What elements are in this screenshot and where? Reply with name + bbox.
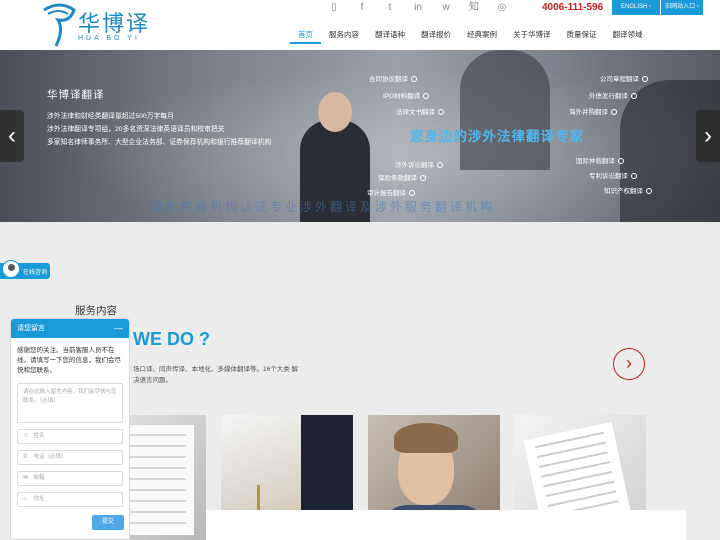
linkedin-icon[interactable]: in <box>404 0 432 16</box>
old-site-button[interactable]: 旧网站入口 › <box>661 0 703 15</box>
user-icon: ☺ <box>23 433 30 439</box>
nav-item-languages[interactable]: 翻译语种 <box>367 28 413 44</box>
site-logo[interactable]: 华博译 HUA BO YI <box>40 2 160 48</box>
name-field[interactable]: ☺ 姓名 <box>17 429 123 444</box>
address-field[interactable]: ⌂ 地址 <box>17 492 123 507</box>
online-consult-button[interactable]: 在线咨询 <box>0 260 50 279</box>
nav-item-fields[interactable]: 翻译领域 <box>605 28 651 44</box>
phone-placeholder: 电话（必填） <box>33 454 67 460</box>
section-title: 服务内容 <box>75 305 117 317</box>
wechat-icon[interactable]: ◎ <box>488 0 516 16</box>
nav-item-quality[interactable]: 质量保证 <box>559 28 605 44</box>
banner-slogan: 您身边的涉外法律翻译专家 <box>410 129 584 144</box>
nav-item-cases[interactable]: 经典案例 <box>459 28 505 44</box>
name-placeholder: 姓名 <box>33 433 45 439</box>
banner-tag: 审计报告翻译 <box>367 187 415 197</box>
email-field[interactable]: ✉ 邮箱 <box>17 471 123 486</box>
message-textarea[interactable]: 请在此输入留言内容，我们会尽快与您联系。（必填） <box>17 383 123 423</box>
banner-tag: 海外并购翻译 <box>569 106 617 116</box>
submit-button[interactable]: 提交 <box>92 515 124 530</box>
section-description: 场口译、同声传译、本地化、多媒体翻译等。16个大类 解决语言问题。 <box>133 366 299 384</box>
phone-field[interactable]: ✆ 电话（必填） <box>17 450 123 465</box>
address-placeholder: 地址 <box>33 496 45 502</box>
social-links: ▯ f t in w 知 ◎ <box>320 0 516 16</box>
banner-tag: 知识产权翻译 <box>604 185 652 195</box>
banner-prev-button[interactable]: ‹ <box>0 110 24 162</box>
english-button[interactable]: ENGLISH › <box>612 0 660 15</box>
hero-banner[interactable]: 华博译翻译 涉外法律和财经类翻译量超过500万字每月 涉外法律翻译专项组，20多… <box>0 50 720 222</box>
banner-line: 涉外法律和财经类翻译量超过500万字每月 <box>47 113 174 120</box>
logo-text-cn: 华博译 <box>78 12 151 37</box>
banner-line: 多家知名律师事务所、大型企业法务部、证券保荐机构和银行推荐翻译机构 <box>47 139 272 146</box>
banner-tag: 专利诉讼翻译 <box>589 170 637 180</box>
mobile-icon[interactable]: ▯ <box>320 0 348 16</box>
agent-avatar <box>2 260 20 278</box>
logo-mark-icon <box>43 3 76 47</box>
banner-tag: 涉外诉讼翻译 <box>395 159 443 169</box>
banner-tag: IPO材料翻译 <box>383 90 429 100</box>
banner-next-button[interactable]: › <box>696 110 720 162</box>
nav-item-pricing[interactable]: 翻译报价 <box>413 28 459 44</box>
banner-tag: 保险条款翻译 <box>378 172 426 182</box>
section-heading: WE DO ? <box>133 329 210 349</box>
main-nav: 首页 服务内容 翻译语种 翻译报价 经典案例 关于华博译 质量保证 翻译领域 <box>290 28 651 44</box>
phone-icon: ✆ <box>23 454 29 460</box>
weibo-icon[interactable]: w <box>432 0 460 16</box>
leave-message-widget: 请您留言 — 感谢您的关注。当前客服人员不在线，请填写一下您的信息，我们会尽快和… <box>10 318 130 540</box>
online-consult-label: 在线咨询 <box>23 270 48 276</box>
zhihu-icon[interactable]: 知 <box>460 0 488 16</box>
nav-item-services[interactable]: 服务内容 <box>321 28 367 44</box>
banner-watermark-text: 国家权威机构认证专业涉外翻译及涉外服务翻译机构 <box>150 200 496 214</box>
banner-tag: 公司章程翻译 <box>600 73 648 83</box>
location-icon: ⌂ <box>23 496 27 502</box>
twitter-icon[interactable]: t <box>376 0 404 16</box>
hotline-phone: 4006-111-596 <box>542 2 604 13</box>
email-placeholder: 邮箱 <box>33 475 45 481</box>
banner-description: 涉外法律和财经类翻译量超过500万字每月 涉外法律翻译专项组，20多名资深法律英… <box>47 110 271 149</box>
banner-tag: 法律文书翻译 <box>396 106 444 116</box>
nav-item-home[interactable]: 首页 <box>290 28 321 44</box>
services-next-button[interactable]: › <box>613 348 645 380</box>
card-footer-strip <box>206 510 686 540</box>
banner-person-photo <box>460 50 550 170</box>
email-icon: ✉ <box>23 475 29 481</box>
nav-item-about[interactable]: 关于华博译 <box>505 28 559 44</box>
site-header: 华博译 HUA BO YI ▯ f t in w 知 ◎ 4006-111-59… <box>0 0 720 50</box>
chat-header: 请您留言 — <box>11 319 129 338</box>
banner-tag: 合同协议翻译 <box>369 73 417 83</box>
banner-tag: 外债发行翻译 <box>589 90 637 100</box>
chat-title: 请您留言 <box>17 325 45 332</box>
person-hair-image <box>394 423 458 453</box>
minimize-icon[interactable]: — <box>114 319 123 338</box>
logo-text-en: HUA BO YI <box>78 35 140 42</box>
banner-title: 华博译翻译 <box>47 89 105 101</box>
chat-notice: 感谢您的关注。当前客服人员不在线，请填写一下您的信息，我们会尽快和您联系。 <box>17 347 121 374</box>
facebook-icon[interactable]: f <box>348 0 376 16</box>
banner-tag: 国际仲裁翻译 <box>576 155 624 165</box>
banner-line: 涉外法律翻译专项组，20多名资深法律英语译员和校审把关 <box>47 126 225 133</box>
